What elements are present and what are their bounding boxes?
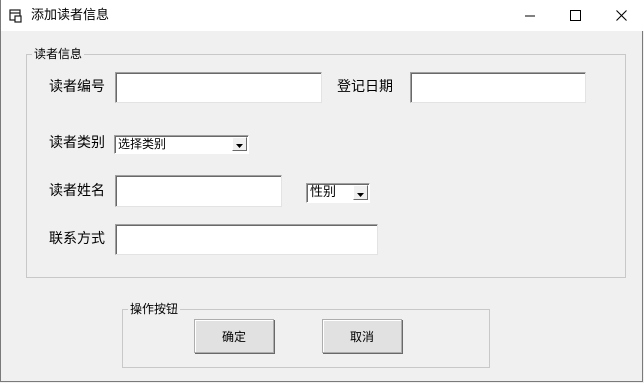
window-title: 添加读者信息 bbox=[31, 8, 110, 23]
contact-label: 联系方式 bbox=[49, 231, 105, 247]
category-selected-value: 选择类别 bbox=[118, 137, 167, 151]
close-icon bbox=[615, 10, 627, 21]
category-label: 读者类别 bbox=[49, 135, 105, 151]
form-app-icon bbox=[8, 8, 24, 24]
add-reader-window: 添加读者信息 读者信息 读者编号 登记日期 读者类别 选择类别 读者姓名 性别 … bbox=[0, 0, 644, 382]
register-date-input[interactable] bbox=[410, 72, 586, 103]
category-dropdown-button[interactable] bbox=[232, 137, 247, 151]
gender-dropdown-button[interactable] bbox=[353, 185, 368, 200]
actions-group: 操作按钮 bbox=[122, 301, 490, 368]
register-date-label: 登记日期 bbox=[337, 79, 393, 95]
reader-id-label: 读者编号 bbox=[49, 79, 105, 95]
confirm-button[interactable]: 确定 bbox=[194, 319, 274, 353]
maximize-icon bbox=[569, 10, 581, 21]
maximize-button[interactable] bbox=[552, 0, 598, 31]
chevron-down-icon bbox=[236, 137, 243, 151]
reader-info-legend: 读者信息 bbox=[32, 46, 85, 62]
name-label: 读者姓名 bbox=[49, 183, 105, 199]
gender-select[interactable]: 性别 bbox=[306, 183, 370, 203]
title-bar: 添加读者信息 bbox=[1, 0, 644, 31]
actions-legend: 操作按钮 bbox=[128, 301, 181, 317]
minimize-icon bbox=[525, 11, 535, 21]
name-input[interactable] bbox=[115, 175, 282, 207]
reader-id-input[interactable] bbox=[115, 72, 322, 103]
minimize-button[interactable] bbox=[507, 0, 553, 31]
category-select[interactable]: 选择类别 bbox=[114, 135, 249, 154]
chevron-down-icon bbox=[357, 186, 364, 200]
close-button[interactable] bbox=[598, 0, 644, 31]
gender-selected-value: 性别 bbox=[310, 185, 337, 200]
cancel-button[interactable]: 取消 bbox=[322, 319, 402, 353]
contact-input[interactable] bbox=[115, 224, 378, 255]
